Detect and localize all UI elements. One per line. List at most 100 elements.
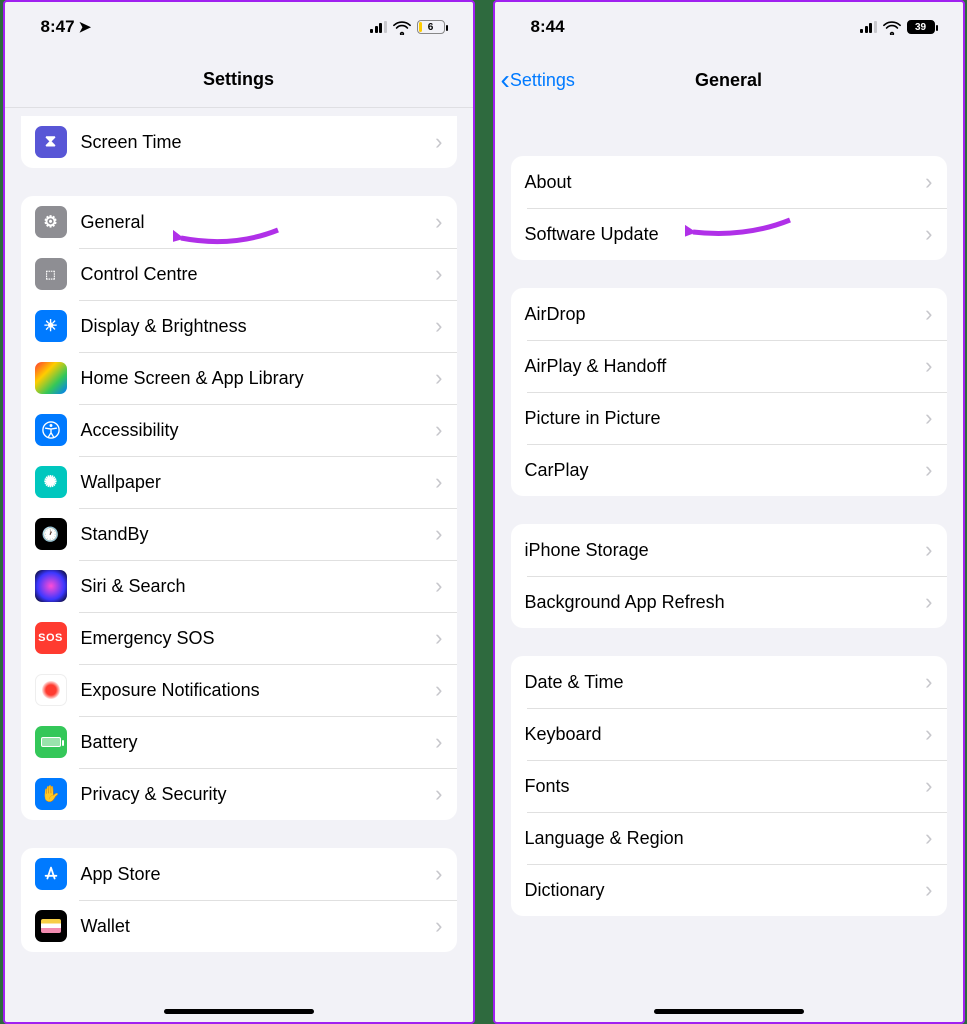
row-general[interactable]: ⚙ General › (21, 196, 457, 248)
row-screen-time[interactable]: ⧗ Screen Time › (21, 116, 457, 168)
row-battery[interactable]: Battery › (21, 716, 457, 768)
row-label: Dictionary (525, 880, 926, 901)
chevron-right-icon: › (925, 877, 932, 903)
chevron-right-icon: › (435, 209, 442, 235)
nav-bar: Settings (5, 52, 473, 108)
row-wallet[interactable]: Wallet › (21, 900, 457, 952)
row-emergency-sos[interactable]: SOS Emergency SOS › (21, 612, 457, 664)
sun-icon: ☀ (35, 310, 67, 342)
home-indicator[interactable] (654, 1009, 804, 1014)
row-label: Keyboard (525, 724, 926, 745)
nav-bar: ‹ Settings General (495, 52, 963, 108)
settings-group-store: App Store › Wallet › (21, 848, 457, 952)
row-software-update[interactable]: Software Update › (511, 208, 947, 260)
row-accessibility[interactable]: Accessibility › (21, 404, 457, 456)
chevron-right-icon: › (435, 365, 442, 391)
row-keyboard[interactable]: Keyboard › (511, 708, 947, 760)
row-label: iPhone Storage (525, 540, 926, 561)
settings-group-general: ⚙ General › ⬚ Control Centre › ☀ Display… (21, 196, 457, 820)
sos-icon: SOS (35, 622, 67, 654)
row-date-time[interactable]: Date & Time › (511, 656, 947, 708)
general-group-datetime: Date & Time › Keyboard › Fonts › Languag… (511, 656, 947, 916)
row-label: Date & Time (525, 672, 926, 693)
row-label: Background App Refresh (525, 592, 926, 613)
row-display-brightness[interactable]: ☀ Display & Brightness › (21, 300, 457, 352)
row-wallpaper[interactable]: ✺ Wallpaper › (21, 456, 457, 508)
general-list[interactable]: About › Software Update › AirDrop › AirP… (495, 108, 963, 1022)
row-app-store[interactable]: App Store › (21, 848, 457, 900)
exposure-icon (35, 674, 67, 706)
general-group-about: About › Software Update › (511, 156, 947, 260)
row-label: Control Centre (81, 264, 436, 285)
row-control-centre[interactable]: ⬚ Control Centre › (21, 248, 457, 300)
chevron-right-icon: › (925, 721, 932, 747)
chevron-right-icon: › (925, 669, 932, 695)
chevron-right-icon: › (435, 417, 442, 443)
row-label: Wallpaper (81, 472, 436, 493)
accessibility-icon (35, 414, 67, 446)
chevron-right-icon: › (435, 521, 442, 547)
apps-grid-icon (35, 362, 67, 394)
row-label: Exposure Notifications (81, 680, 436, 701)
chevron-right-icon: › (925, 589, 932, 615)
row-exposure-notifications[interactable]: Exposure Notifications › (21, 664, 457, 716)
switches-icon: ⬚ (35, 258, 67, 290)
status-time: 8:44 (531, 17, 565, 37)
chevron-right-icon: › (435, 261, 442, 287)
row-label: Fonts (525, 776, 926, 797)
gear-icon: ⚙ (35, 206, 67, 238)
row-label: Accessibility (81, 420, 436, 441)
row-label: Siri & Search (81, 576, 436, 597)
wallet-icon (35, 910, 67, 942)
row-picture-in-picture[interactable]: Picture in Picture › (511, 392, 947, 444)
chevron-right-icon: › (435, 913, 442, 939)
chevron-right-icon: › (925, 537, 932, 563)
row-label: AirPlay & Handoff (525, 356, 926, 377)
row-label: AirDrop (525, 304, 926, 325)
page-title: Settings (203, 69, 274, 90)
chevron-right-icon: › (435, 469, 442, 495)
chevron-right-icon: › (435, 781, 442, 807)
row-label: About (525, 172, 926, 193)
back-button[interactable]: ‹ Settings (501, 66, 575, 94)
row-label: Battery (81, 732, 436, 753)
chevron-right-icon: › (925, 825, 932, 851)
hand-icon: ✋ (35, 778, 67, 810)
chevron-right-icon: › (435, 861, 442, 887)
phone-general-root: 8:44 39 ‹ Settings General About › Softw… (493, 0, 965, 1024)
row-home-screen[interactable]: Home Screen & App Library › (21, 352, 457, 404)
status-time: 8:47 (41, 17, 75, 37)
cellular-icon (370, 21, 387, 33)
row-dictionary[interactable]: Dictionary › (511, 864, 947, 916)
home-indicator[interactable] (164, 1009, 314, 1014)
row-background-app-refresh[interactable]: Background App Refresh › (511, 576, 947, 628)
row-label: Software Update (525, 224, 926, 245)
row-label: CarPlay (525, 460, 926, 481)
row-privacy-security[interactable]: ✋ Privacy & Security › (21, 768, 457, 820)
status-bar: 8:44 39 (495, 2, 963, 52)
row-label: App Store (81, 864, 436, 885)
row-siri-search[interactable]: Siri & Search › (21, 560, 457, 612)
page-title: General (695, 70, 762, 91)
chevron-right-icon: › (435, 129, 442, 155)
row-airplay-handoff[interactable]: AirPlay & Handoff › (511, 340, 947, 392)
appstore-icon (35, 858, 67, 890)
row-about[interactable]: About › (511, 156, 947, 208)
row-fonts[interactable]: Fonts › (511, 760, 947, 812)
row-iphone-storage[interactable]: iPhone Storage › (511, 524, 947, 576)
clock-icon: 🕐 (35, 518, 67, 550)
chevron-right-icon: › (435, 573, 442, 599)
row-standby[interactable]: 🕐 StandBy › (21, 508, 457, 560)
cellular-icon (860, 21, 877, 33)
chevron-left-icon: ‹ (501, 66, 510, 94)
row-label: Language & Region (525, 828, 926, 849)
chevron-right-icon: › (925, 301, 932, 327)
chevron-right-icon: › (925, 773, 932, 799)
settings-list[interactable]: ⧗ Screen Time › ⚙ General › ⬚ Control Ce… (5, 108, 473, 1022)
row-airdrop[interactable]: AirDrop › (511, 288, 947, 340)
flower-icon: ✺ (35, 466, 67, 498)
row-label: StandBy (81, 524, 436, 545)
battery-indicator: 6 (417, 20, 445, 34)
row-carplay[interactable]: CarPlay › (511, 444, 947, 496)
row-language-region[interactable]: Language & Region › (511, 812, 947, 864)
